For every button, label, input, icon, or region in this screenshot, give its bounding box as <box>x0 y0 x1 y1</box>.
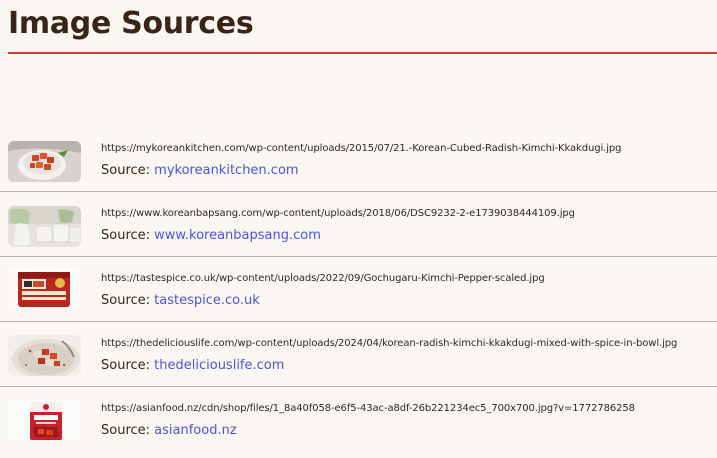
source-prefix: Source: <box>101 358 155 373</box>
sources-list: https://mykoreankitchen.com/wp-content/u… <box>0 127 717 452</box>
source-line: Source: mykoreankitchen.com <box>101 163 299 178</box>
spiced-radish-bowl-thumbnail[interactable] <box>8 335 81 376</box>
source-prefix: Source: <box>101 423 155 438</box>
source-line: Source: thedeliciouslife.com <box>101 358 284 373</box>
source-row: https://www.koreanbapsang.com/wp-content… <box>0 192 717 257</box>
gochugaru-tin-thumbnail[interactable] <box>8 269 81 310</box>
image-url: https://thedeliciouslife.com/wp-content/… <box>101 338 678 349</box>
image-url: https://asianfood.nz/cdn/shop/files/1_8a… <box>101 403 635 414</box>
spiced-radish-bowl-icon <box>8 335 81 376</box>
image-url: https://www.koreanbapsang.com/wp-content… <box>101 208 575 219</box>
radish-thumbnail[interactable] <box>8 206 81 247</box>
title-divider <box>8 52 717 54</box>
page-title: Image Sources <box>8 6 254 41</box>
kimchi-bowl-thumbnail[interactable] <box>8 141 81 182</box>
image-url: https://mykoreankitchen.com/wp-content/u… <box>101 143 622 154</box>
source-row: https://tastespice.co.uk/wp-content/uplo… <box>0 257 717 322</box>
source-prefix: Source: <box>101 228 155 243</box>
gochugaru-tin-icon <box>8 269 81 310</box>
kimchi-package-thumbnail[interactable] <box>8 400 81 441</box>
source-link[interactable]: mykoreankitchen.com <box>154 163 298 178</box>
source-row: https://mykoreankitchen.com/wp-content/u… <box>0 127 717 192</box>
source-link[interactable]: tastespice.co.uk <box>154 293 260 308</box>
source-row: https://asianfood.nz/cdn/shop/files/1_8a… <box>0 387 717 452</box>
source-link[interactable]: asianfood.nz <box>154 423 237 438</box>
image-sources-page: Image Sources https://mykoreankitchen.co… <box>0 0 717 458</box>
source-prefix: Source: <box>101 293 155 308</box>
kimchi-bowl-icon <box>8 141 81 182</box>
source-line: Source: asianfood.nz <box>101 423 237 438</box>
source-line: Source: www.koreanbapsang.com <box>101 228 321 243</box>
source-link[interactable]: thedeliciouslife.com <box>154 358 284 373</box>
image-url: https://tastespice.co.uk/wp-content/uplo… <box>101 273 545 284</box>
source-prefix: Source: <box>101 163 155 178</box>
source-link[interactable]: www.koreanbapsang.com <box>154 228 321 243</box>
radish-icon <box>8 206 81 247</box>
kimchi-package-icon <box>8 400 81 441</box>
source-row: https://thedeliciouslife.com/wp-content/… <box>0 322 717 387</box>
source-line: Source: tastespice.co.uk <box>101 293 260 308</box>
